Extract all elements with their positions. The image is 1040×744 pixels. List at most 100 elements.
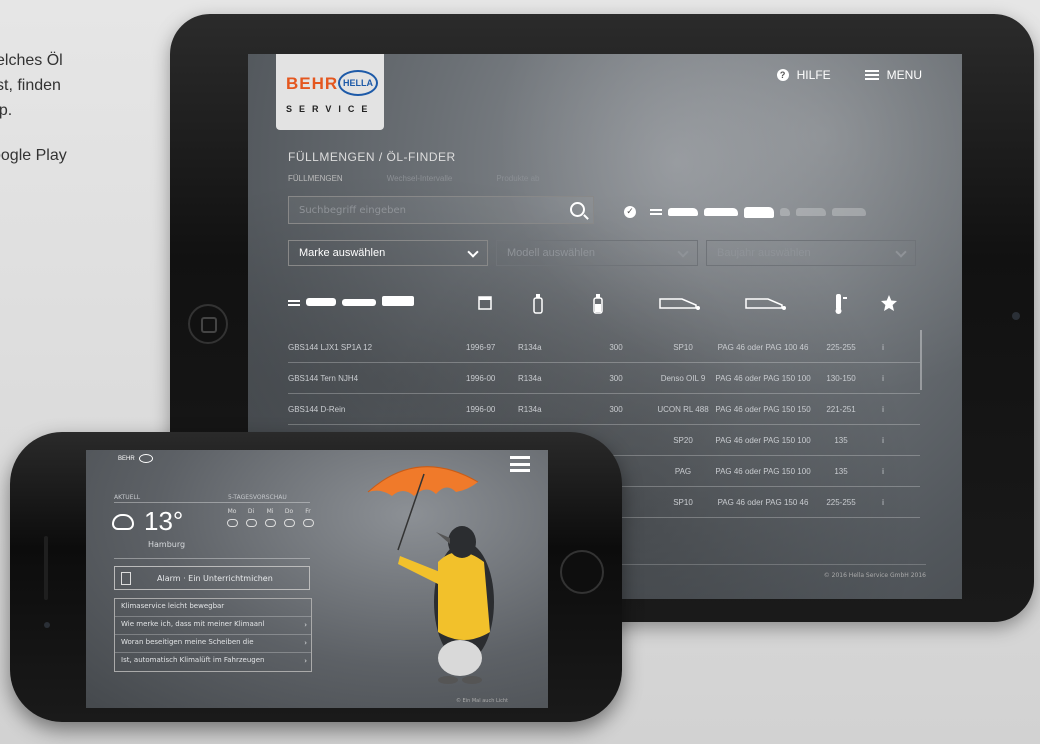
- filter-selects: Marke auswählen Modell auswählen Baujahr…: [288, 240, 916, 266]
- table-cell-spec: PAG 46 oder PAG 150 150: [715, 404, 811, 414]
- forecast-strip: Mo Di Mi Do Fr: [226, 508, 314, 538]
- weather-icon: [245, 519, 257, 527]
- help-icon: ?: [776, 69, 789, 81]
- table-cell-model: GBS144 D-Rein: [288, 404, 346, 414]
- model-select[interactable]: Modell auswählen: [496, 240, 698, 266]
- behr-hella-logo[interactable]: BEHR HELLA SERVICE: [276, 54, 384, 130]
- motorbike-icon[interactable]: [780, 208, 790, 216]
- phone-logo[interactable]: BEHR: [118, 454, 153, 463]
- table-cell-mark: i: [882, 373, 884, 383]
- search-icon[interactable]: [570, 202, 585, 217]
- promo-line: st, finden: [0, 77, 61, 94]
- list-item[interactable]: Wie merke ich, dass mit meiner Klimaanl ›: [115, 617, 311, 635]
- weather-icon: [226, 519, 238, 527]
- promo-text: elches Öl st, finden pp. oogle Play: [0, 48, 160, 168]
- hamburger-icon[interactable]: [510, 456, 530, 472]
- list-item[interactable]: Klimaservice leicht bewegbar: [115, 599, 311, 617]
- table-cell-fill: 221-251: [826, 404, 856, 414]
- table-cell-spec: PAG 46 oder PAG 150 100: [715, 373, 811, 383]
- year-select[interactable]: Baujahr auswählen: [706, 240, 916, 266]
- table-cell-oil: UCON RL 488: [657, 404, 709, 414]
- phone-home-button[interactable]: [560, 550, 604, 594]
- phone-icon: [121, 572, 131, 585]
- forecast-day: Mi: [264, 508, 276, 538]
- hella-logo-icon: [138, 454, 153, 463]
- table-cell-fill: 130-150: [826, 373, 856, 383]
- list-item[interactable]: Woran beseitigen meine Scheiben die ›: [115, 635, 311, 653]
- chevron-right-icon: ›: [304, 657, 307, 665]
- penguin-with-umbrella-image: [367, 466, 494, 684]
- chevron-right-icon: ›: [304, 621, 307, 629]
- help-label: HILFE: [796, 68, 831, 82]
- logo-hella: HELLA: [338, 70, 378, 96]
- help-link[interactable]: ? HILFE: [776, 68, 831, 82]
- promo-line: pp.: [0, 102, 13, 119]
- top-navigation: ? HILFE MENU: [776, 68, 922, 82]
- table-cell-year: 1996-00: [466, 373, 496, 383]
- alarm-button[interactable]: Alarm · Ein Unterrichtmichen: [114, 566, 310, 590]
- logo-service: SERVICE: [286, 104, 375, 114]
- table-cell-model: GBS144 LJX1 SP1A 12: [288, 342, 373, 352]
- table-cell-mark: i: [882, 466, 884, 476]
- table-cell-oil: PAG: [674, 466, 692, 476]
- table-header: [288, 290, 928, 314]
- tab-wechsel[interactable]: Wechsel-Intervalle: [387, 174, 453, 183]
- forecast-day: Mo: [226, 508, 238, 538]
- list-item[interactable]: Ist, automatisch Klimalüft im Fahrzeugen…: [115, 653, 311, 671]
- station-wagon-icon[interactable]: [704, 208, 738, 216]
- brand-select-label: Marke auswählen: [299, 247, 386, 259]
- oil-can-icon: [659, 298, 700, 310]
- equals-icon: [650, 209, 662, 215]
- chevron-down-icon: [677, 246, 689, 258]
- refrigerant-column-icon: [533, 294, 543, 314]
- chevron-down-icon: [895, 246, 907, 258]
- table-cell-fill: 225-255: [826, 342, 856, 352]
- table-cell-fill: 135: [834, 466, 848, 476]
- faq-list: Klimaservice leicht bewegbar Wie merke i…: [114, 598, 312, 672]
- table-scrollbar[interactable]: [920, 330, 922, 390]
- temperature: 13°: [144, 506, 184, 536]
- table-cell-spec: PAG 46 oder PAG 150 100: [715, 435, 811, 445]
- bus-icon[interactable]: [832, 208, 866, 216]
- phone-screen: BEHR AKTUELL 5-TAGESVORSCHAU 13° Hamburg…: [86, 450, 548, 708]
- phone-logo-text: BEHR: [118, 455, 135, 462]
- search-input[interactable]: Suchbegriff eingeben: [288, 196, 594, 224]
- promo-line: elches Öl: [0, 52, 63, 69]
- table-row[interactable]: GBS144 LJX1 SP1A 12 1996-97 R134a 300 SP10 PA…: [288, 332, 920, 363]
- table-row[interactable]: GBS144 D-Rein 1996-00 R134a 300 UCON RL 488 P…: [288, 394, 920, 425]
- table-cell-spec: PAG 46 oder PAG 150 46: [717, 497, 809, 507]
- weather-icon: [302, 519, 314, 527]
- phone-footer: © Ein Mal auch Licht: [455, 698, 508, 704]
- logo-behr: BEHR: [286, 74, 339, 93]
- menu-label: MENU: [886, 68, 922, 82]
- star-icon[interactable]: [880, 294, 898, 312]
- year-column-icon: [478, 296, 492, 310]
- table-cell-ref: R134a: [518, 373, 542, 383]
- table-cell-mark: i: [882, 435, 884, 445]
- table-cell-oil: SP20: [673, 435, 693, 445]
- tab-fuellmengen[interactable]: FÜLLMENGEN: [288, 174, 343, 183]
- brand-select[interactable]: Marke auswählen: [288, 240, 488, 266]
- table-cell-mark: i: [882, 497, 884, 507]
- table-cell-model: GBS144 Tern NJH4: [288, 373, 359, 383]
- table-cell-ref: R134a: [518, 404, 542, 414]
- check-icon[interactable]: ✓: [624, 206, 636, 218]
- oil-can-spec-icon: [745, 298, 786, 310]
- phone-speaker: [44, 536, 48, 600]
- car-icon[interactable]: [668, 208, 698, 216]
- phone-device: BEHR AKTUELL 5-TAGESVORSCHAU 13° Hamburg…: [10, 432, 622, 722]
- city-name: Hamburg: [148, 540, 186, 549]
- truck-icon[interactable]: [796, 208, 826, 216]
- table-row[interactable]: GBS144 Tern NJH4 1996-00 R134a 300 Denso OIL…: [288, 363, 920, 394]
- table-cell-fill: 135: [834, 435, 848, 445]
- rain-cloud-icon: [112, 514, 134, 530]
- tab-produkte[interactable]: Produkte ab: [496, 174, 539, 183]
- year-select-label: Baujahr auswählen: [717, 247, 811, 259]
- tablet-home-button[interactable]: [188, 304, 228, 344]
- van-icon[interactable]: [744, 206, 774, 218]
- menu-button[interactable]: MENU: [864, 68, 922, 82]
- tablet-footer: © 2016 Hella Service GmbH 2016: [823, 572, 926, 579]
- table-cell-ref: R134a: [518, 342, 542, 352]
- table-cell-amount: 300: [609, 404, 623, 414]
- alarm-label: Alarm · Ein Unterrichtmichen: [157, 574, 273, 583]
